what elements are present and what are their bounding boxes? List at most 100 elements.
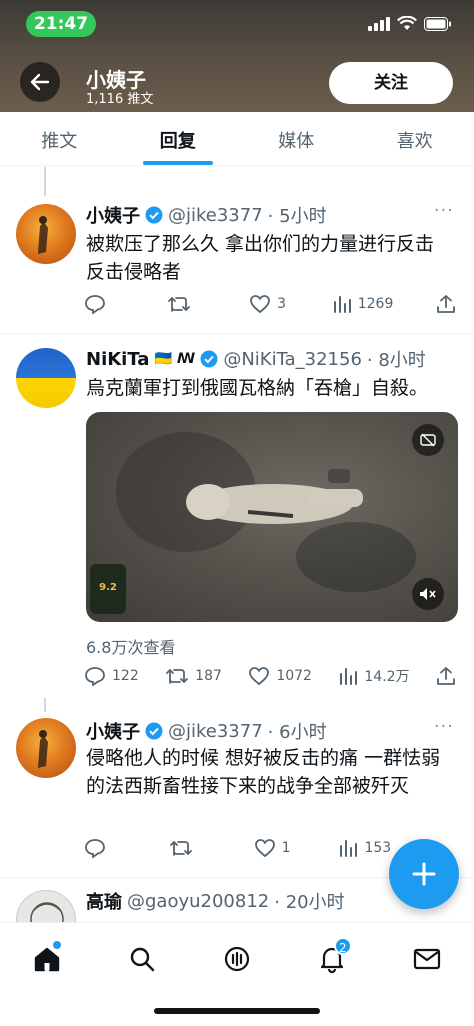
compose-button[interactable] — [389, 839, 459, 909]
home-indicator — [154, 1008, 320, 1014]
nav-messages[interactable] — [403, 937, 451, 981]
reply-icon — [85, 839, 105, 858]
reply-icon — [85, 667, 105, 686]
more-options-icon[interactable]: ··· — [434, 716, 454, 737]
avatar[interactable] — [16, 204, 76, 264]
unit-patch: 9.2 — [90, 564, 126, 614]
tweet[interactable]: 小姨子 @jike3377 · 5小时 ··· 被欺压了那么久 拿出你们的力量进… — [0, 196, 474, 332]
user-handle: @NiKiTa_32156 — [223, 348, 362, 370]
tweet[interactable]: NiKiTa 🇺🇦 ꟿ @NiKiTa_32156 · 8小时 烏克蘭軍打到俄國… — [0, 336, 474, 698]
tweet-video[interactable]: 9.2 — [86, 412, 458, 622]
status-bar: 21:47 — [0, 0, 474, 46]
like-button[interactable]: 3 — [249, 294, 289, 314]
reply-button[interactable]: 122 — [84, 666, 139, 686]
avatar[interactable] — [16, 718, 76, 778]
user-handle: @jike3377 — [168, 204, 263, 226]
view-count: 6.8万次查看 — [86, 638, 176, 657]
user-name[interactable]: 小姨子 — [86, 718, 140, 744]
tweet-text: 侵略他人的时候 想好被反击的痛 一群怯弱的法西斯畜牲接下来的战争全部被歼灭 — [86, 747, 441, 797]
share-button[interactable] — [436, 294, 460, 314]
user-handle: @gaoyu200812 — [127, 890, 270, 912]
battery-icon — [424, 16, 451, 31]
verified-badge-icon — [200, 350, 218, 368]
views-button[interactable]: 153 — [338, 838, 391, 858]
like-count: 1 — [281, 840, 291, 856]
tweet-time: · 5小时 — [267, 206, 327, 227]
divider — [0, 333, 474, 334]
back-button[interactable] — [20, 62, 60, 102]
mute-button[interactable] — [412, 578, 444, 610]
retweet-button[interactable] — [169, 838, 209, 858]
tab-replies[interactable]: 回复 — [119, 112, 238, 165]
user-name-emoji: 🇺🇦 ꟿ — [154, 351, 196, 367]
share-icon — [437, 295, 455, 313]
user-name[interactable]: 高瑜 — [86, 888, 122, 914]
retweet-icon — [167, 297, 190, 312]
retweet-icon — [169, 841, 192, 856]
avatar[interactable] — [16, 348, 76, 408]
nav-notifications[interactable]: 2 — [308, 937, 356, 981]
notifications-badge: 2 — [333, 937, 352, 955]
plus-icon — [412, 862, 436, 886]
volume-muted-icon — [420, 588, 436, 600]
reply-button[interactable] — [84, 294, 124, 314]
user-name[interactable]: 小姨子 — [86, 202, 140, 228]
like-button[interactable]: 1 — [254, 838, 294, 858]
arrow-left-icon — [30, 73, 50, 91]
views-button[interactable]: 1269 — [332, 294, 394, 314]
views-chart-icon — [340, 840, 358, 857]
nav-search[interactable] — [118, 937, 166, 981]
nav-home[interactable] — [23, 937, 71, 981]
like-count: 3 — [277, 296, 287, 312]
profile-tabs: 推文 回复 媒体 喜欢 — [0, 112, 474, 166]
retweet-button[interactable] — [167, 294, 207, 314]
views-count: 14.2万 — [364, 669, 410, 685]
like-button[interactable]: 1072 — [248, 666, 312, 686]
tweet-time: · 20小时 — [274, 892, 345, 913]
share-icon — [437, 667, 455, 685]
tweet-header: 小姨子 @jike3377 · 6小时 — [86, 718, 327, 744]
post-count: 1,116 推文 — [86, 92, 154, 107]
heart-icon — [249, 667, 270, 686]
avatar[interactable] — [16, 890, 76, 922]
share-button[interactable] — [436, 666, 460, 686]
tweet-header: NiKiTa 🇺🇦 ꟿ @NiKiTa_32156 · 8小时 — [86, 346, 426, 372]
tweet-header: 小姨子 @jike3377 · 5小时 — [86, 202, 327, 228]
video-frame-figure — [186, 469, 363, 524]
views-count: 1269 — [357, 296, 394, 312]
retweet-count: 187 — [195, 668, 222, 684]
caption-toggle-button[interactable] — [412, 424, 444, 456]
reply-button[interactable] — [84, 838, 124, 858]
views-chart-icon — [333, 296, 351, 313]
tweet-time: · 8小时 — [366, 350, 426, 371]
retweet-button[interactable]: 187 — [165, 666, 222, 686]
mail-icon — [413, 948, 440, 970]
views-button[interactable]: 14.2万 — [338, 666, 410, 686]
nav-spaces[interactable] — [213, 937, 261, 981]
tab-media[interactable]: 媒体 — [237, 112, 356, 165]
user-name[interactable]: NiKiTa — [86, 349, 149, 370]
verified-badge-icon — [145, 722, 163, 740]
heart-icon — [254, 839, 275, 858]
tweet-time: · 6小时 — [267, 722, 327, 743]
tab-likes[interactable]: 喜欢 — [356, 112, 474, 165]
user-handle: @jike3377 — [168, 720, 263, 742]
tweet-text: 被欺压了那么久 拿出你们的力量进行反击 反击侵略者 — [86, 233, 435, 283]
tab-posts[interactable]: 推文 — [0, 112, 119, 165]
home-icon — [35, 947, 60, 972]
wifi-icon — [397, 16, 417, 30]
avatar-figure-icon — [38, 216, 48, 254]
profile-header: 21:47 小姨子 1,116 推文 关注 — [0, 0, 474, 112]
tweet-actions: 3 1269 — [84, 294, 460, 314]
reply-icon — [85, 295, 105, 314]
avatar-sketch-face — [30, 902, 64, 922]
tweet-header: 高瑜 @gaoyu200812 · 20小时 — [86, 888, 345, 914]
follow-button[interactable]: 关注 — [329, 62, 453, 104]
tweet-text: 烏克蘭軍打到俄國瓦格納「吞槍」自殺。 — [86, 377, 429, 399]
more-options-icon[interactable]: ··· — [434, 200, 454, 221]
search-icon — [130, 947, 155, 972]
reply-count: 122 — [112, 668, 139, 684]
views-count: 153 — [364, 840, 392, 856]
tweet-actions: 122 187 1072 14.2万 — [84, 666, 460, 686]
like-count: 1072 — [276, 668, 312, 684]
